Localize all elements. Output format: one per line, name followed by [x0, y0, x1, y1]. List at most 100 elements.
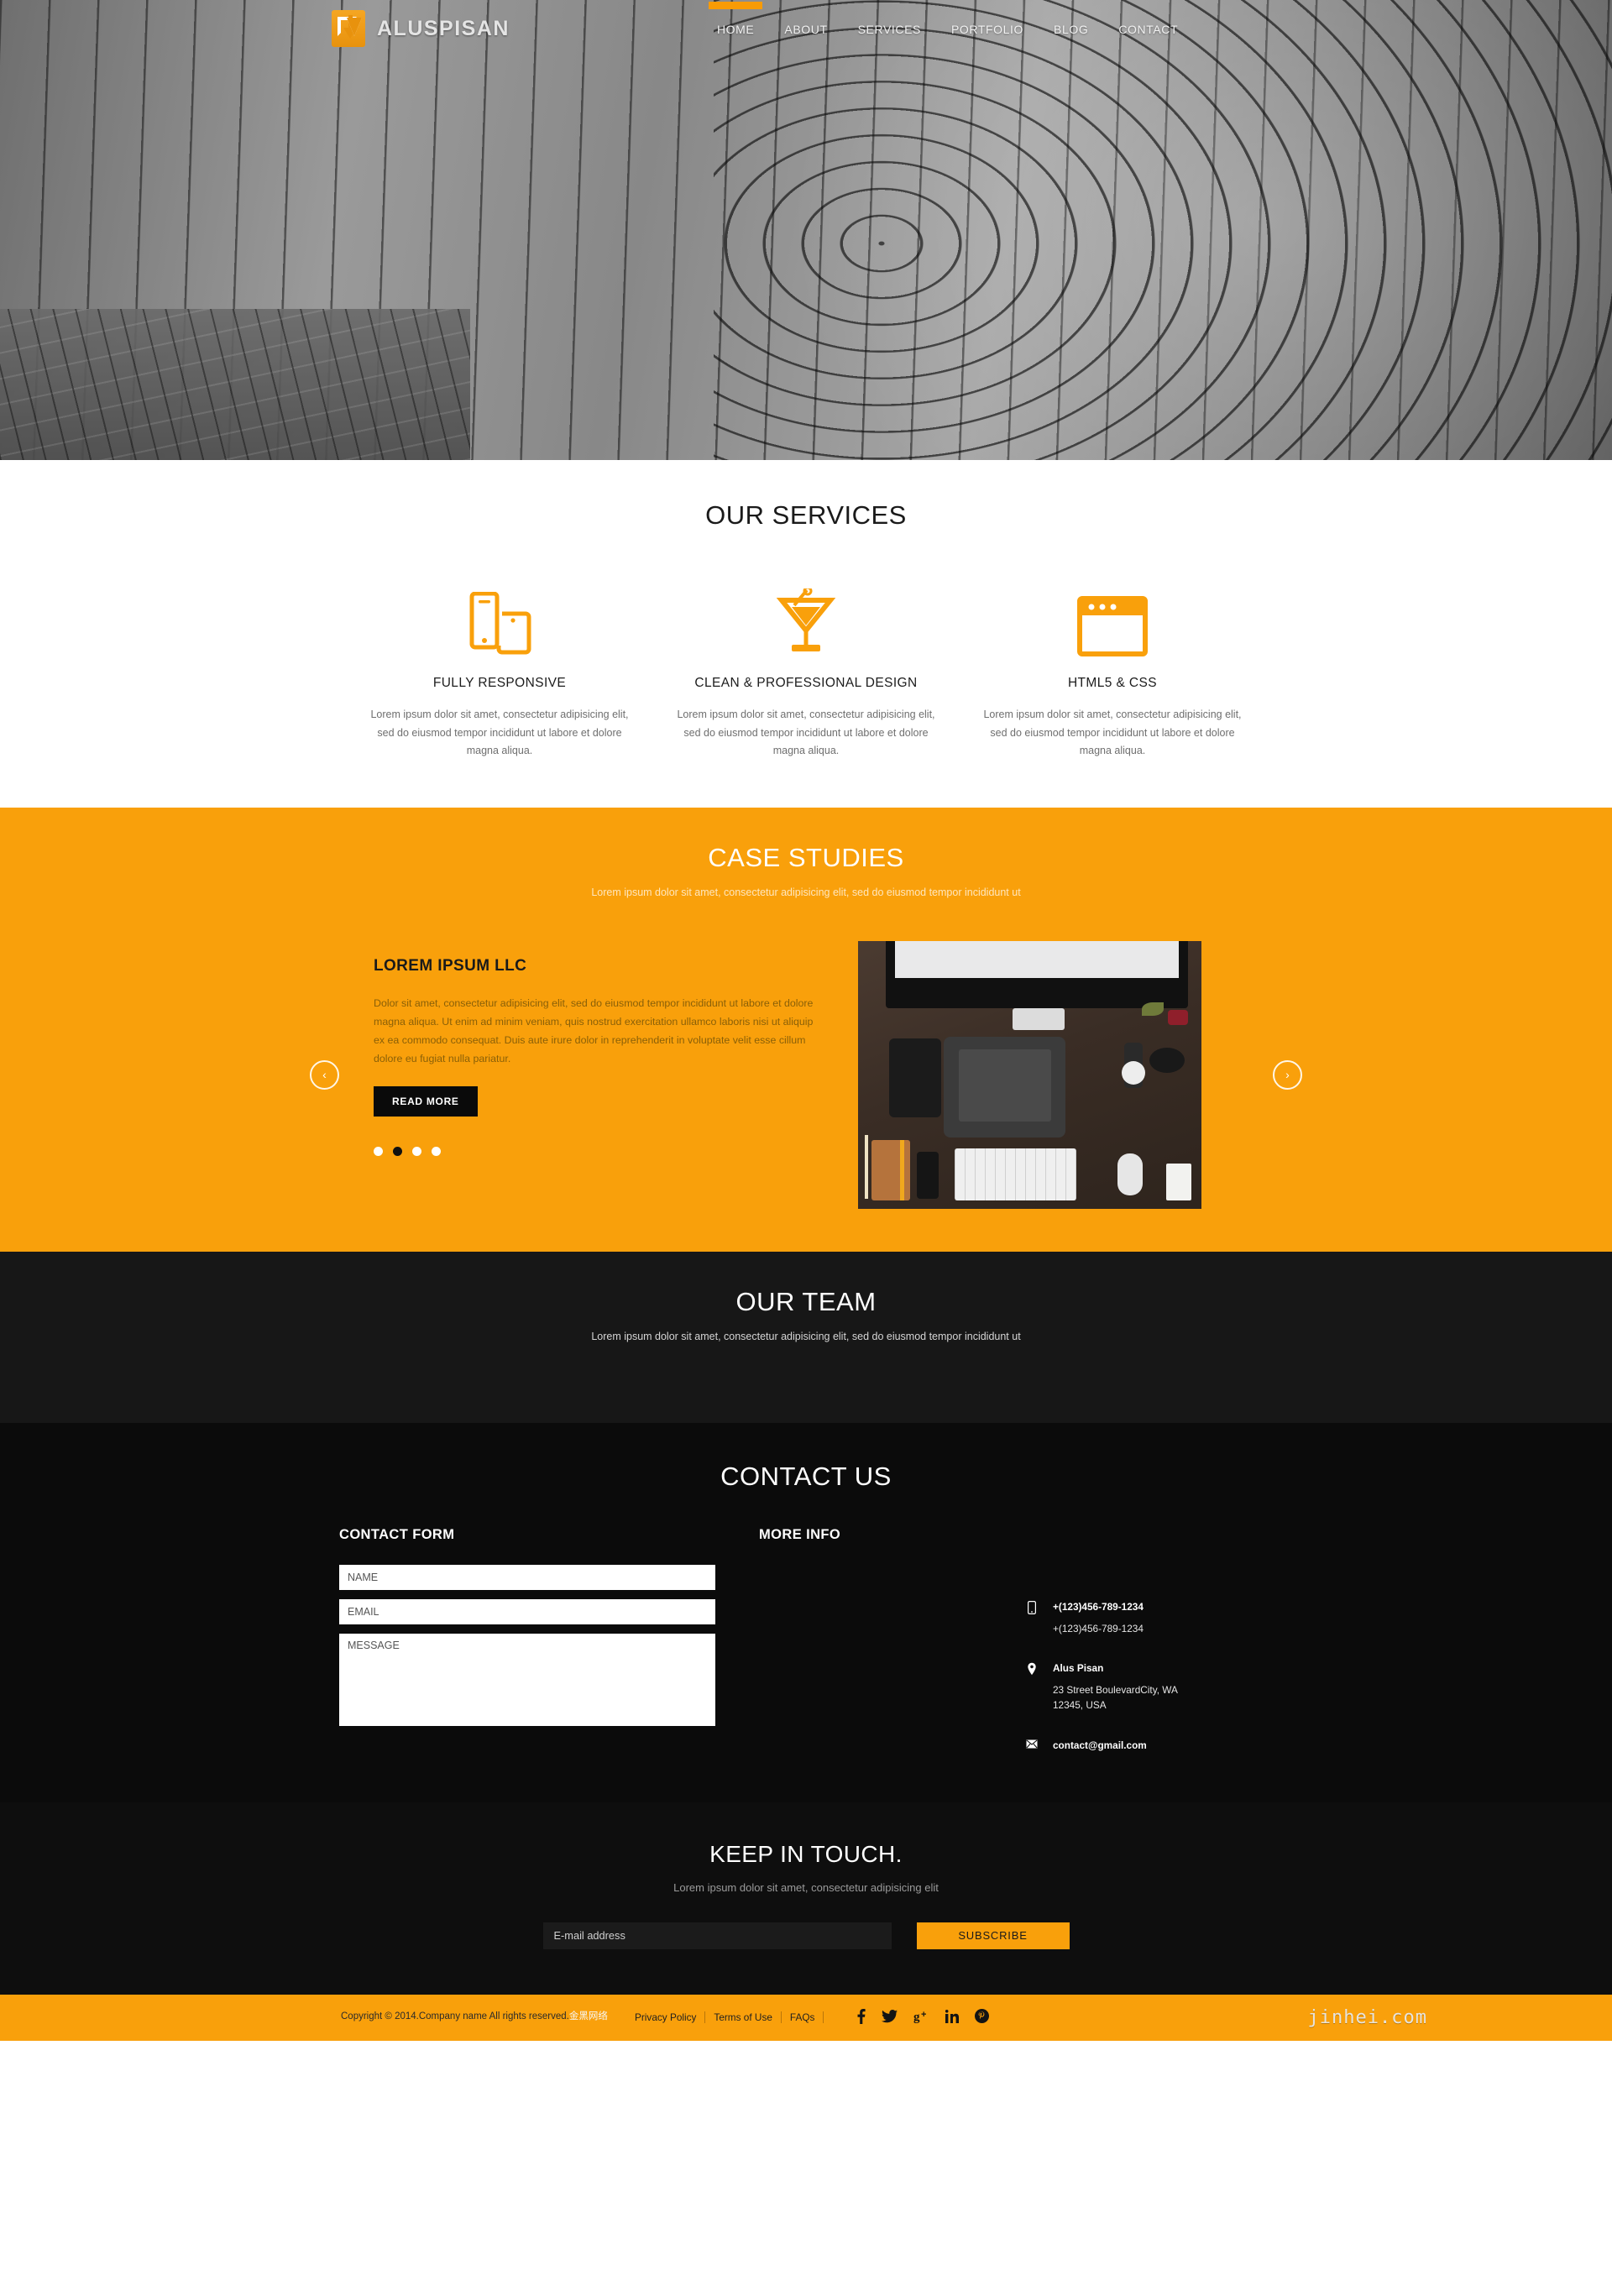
address-line-2: 12345, USA	[1053, 1698, 1107, 1711]
case-studies-subtitle: Lorem ipsum dolor sit amet, consectetur …	[591, 886, 1021, 898]
brand-name: ALUSPISAN	[377, 16, 510, 40]
phone-secondary-row: +(123)456-789-1234	[1026, 1622, 1345, 1637]
browser-window-icon	[975, 578, 1251, 657]
footer-inner: Copyright © 2014.Company name All rights…	[319, 1995, 1426, 2041]
carousel-dots	[374, 1146, 819, 1156]
mobile-phone-icon	[1026, 1600, 1038, 1614]
email-address: contact@gmail.com	[1053, 1739, 1147, 1751]
landing-page: ALUSPISAN HOME ABOUT SERVICES PORTFOLIO …	[0, 0, 1612, 2041]
brand-logo[interactable]: ALUSPISAN	[332, 10, 510, 47]
nav-item-portfolio[interactable]: PORTFOLIO	[936, 2, 1039, 55]
message-textarea[interactable]	[339, 1633, 715, 1726]
case-body: Dolor sit amet, consectetur adipisicing …	[374, 996, 814, 1064]
footer-link-privacy[interactable]: Privacy Policy	[635, 2011, 706, 2023]
services-grid: FULLY RESPONSIVE Lorem ipsum dolor sit a…	[0, 578, 1612, 761]
twitter-icon[interactable]	[882, 2009, 898, 2026]
logo-arrow-icon	[332, 10, 365, 47]
footer-link-terms[interactable]: Terms of Use	[705, 2011, 782, 2023]
newsletter-section: KEEP IN TOUCH. Lorem ipsum dolor sit ame…	[0, 1802, 1612, 1995]
phone-row: +(123)456-789-1234	[1026, 1601, 1345, 1614]
social-links: g +	[856, 2008, 989, 2027]
svg-text:+: +	[921, 2010, 926, 2020]
case-heading: LOREM IPSUM LLC	[374, 956, 527, 975]
team-section: OUR TEAM Lorem ipsum dolor sit amet, con…	[0, 1251, 1612, 1423]
carousel-prev-arrow-icon[interactable]: ‹	[310, 1059, 339, 1090]
name-input[interactable]	[339, 1564, 715, 1590]
facebook-icon[interactable]	[856, 2008, 866, 2027]
location-name: Alus Pisan	[1053, 1662, 1104, 1675]
case-studies-section: CASE STUDIES Lorem ipsum dolor sit amet,…	[0, 807, 1612, 1252]
contact-form-heading: CONTACT FORM	[339, 1526, 455, 1542]
service-copy: Lorem ipsum dolor sit amet, consectetur …	[370, 709, 629, 756]
carousel-dot-active[interactable]	[393, 1146, 402, 1156]
team-title: OUR TEAM	[735, 1286, 877, 1316]
subscribe-button[interactable]: SUBSCRIBE	[916, 1922, 1070, 1949]
newsletter-email-input[interactable]	[542, 1922, 892, 1949]
team-subtitle: Lorem ipsum dolor sit amet, consectetur …	[591, 1330, 1021, 1342]
top-navigation-bar: ALUSPISAN HOME ABOUT SERVICES PORTFOLIO …	[0, 0, 1612, 57]
copyright-suffix: 金黑网络	[568, 2011, 608, 2022]
nav-item-services[interactable]: SERVICES	[843, 2, 936, 55]
carousel-next-arrow-icon[interactable]: ›	[1273, 1059, 1302, 1090]
service-card-design: CLEAN & PROFESSIONAL DESIGN Lorem ipsum …	[653, 578, 960, 761]
hero-section: ALUSPISAN HOME ABOUT SERVICES PORTFOLIO …	[0, 0, 1612, 460]
address-row: 23 Street BoulevardCity, WA 12345, USA	[1026, 1683, 1345, 1713]
nav-item-contact[interactable]: CONTACT	[1103, 2, 1193, 55]
contact-columns: CONTACT FORM MORE INFO +(123)456-789-	[319, 1526, 1293, 1751]
email-input[interactable]	[339, 1598, 715, 1624]
newsletter-form: SUBSCRIBE	[0, 1922, 1612, 1949]
more-info-heading: MORE INFO	[759, 1526, 841, 1542]
contact-details: +(123)456-789-1234 +(123)456-789-1234 Al…	[1026, 1601, 1345, 1759]
googleplus-icon[interactable]: g +	[913, 2010, 929, 2026]
devices-responsive-icon	[362, 578, 638, 657]
services-section: OUR SERVICES FULLY RESPONSIVE Lorem ipsu…	[0, 460, 1612, 808]
services-title: OUR SERVICES	[705, 500, 907, 530]
main-nav: HOME ABOUT SERVICES PORTFOLIO BLOG CONTA…	[702, 2, 1193, 55]
nav-item-home[interactable]: HOME	[702, 2, 769, 55]
service-copy: Lorem ipsum dolor sit amet, consectetur …	[983, 709, 1242, 756]
read-more-button[interactable]: READ MORE	[374, 1085, 478, 1117]
copyright-text: Copyright © 2014.Company name All rights…	[341, 2010, 618, 2025]
copyright-main: Copyright © 2014.Company name All rights…	[341, 2011, 569, 2022]
linkedin-icon[interactable]	[945, 2009, 959, 2026]
contact-section: CONTACT US CONTACT FORM MORE INFO	[0, 1422, 1612, 1802]
email-row: contact@gmail.com	[1026, 1739, 1345, 1751]
cocktail-glass-icon	[668, 578, 945, 657]
case-carousel: ‹ LOREM IPSUM LLC Dolor sit amet, consec…	[310, 938, 1302, 1211]
hero-tunnel-rings	[714, 0, 1612, 460]
contact-title: CONTACT US	[720, 1461, 892, 1491]
case-study-image	[856, 938, 1204, 1211]
service-name: CLEAN & PROFESSIONAL DESIGN	[694, 676, 918, 690]
service-card-responsive: FULLY RESPONSIVE Lorem ipsum dolor sit a…	[347, 578, 653, 761]
location-row: Alus Pisan	[1026, 1662, 1345, 1676]
footer-links: Privacy Policy Terms of Use FAQs	[635, 2011, 824, 2023]
address-line-1: 23 Street BoulevardCity, WA	[1053, 1684, 1178, 1697]
footer: Copyright © 2014.Company name All rights…	[0, 1994, 1612, 2041]
newsletter-subtitle: Lorem ipsum dolor sit amet, consectetur …	[673, 1880, 939, 1894]
case-slide-text: LOREM IPSUM LLC Dolor sit amet, consecte…	[374, 939, 819, 1156]
hero-foreground-structure	[0, 309, 470, 460]
nav-item-blog[interactable]: BLOG	[1039, 2, 1103, 55]
service-name: FULLY RESPONSIVE	[432, 676, 567, 690]
contact-form-fields	[339, 1564, 759, 1726]
carousel-dot[interactable]	[412, 1146, 421, 1156]
svg-text:g: g	[913, 2011, 920, 2023]
carousel-dot[interactable]	[374, 1146, 383, 1156]
case-studies-title: CASE STUDIES	[708, 842, 904, 872]
contact-info-column: MORE INFO +(123)456-789-1234 +(123)456-7…	[759, 1526, 1293, 1751]
phone-primary: +(123)456-789-1234	[1053, 1600, 1144, 1613]
footer-link-faqs[interactable]: FAQs	[782, 2011, 824, 2023]
map-pin-icon	[1026, 1662, 1038, 1676]
envelope-icon	[1026, 1739, 1038, 1751]
service-name: HTML5 & CSS	[1067, 676, 1158, 690]
nav-item-about[interactable]: ABOUT	[769, 2, 842, 55]
site-watermark: jinhei.com	[1307, 2006, 1427, 2028]
carousel-dot[interactable]	[432, 1146, 441, 1156]
pinterest-icon[interactable]	[975, 2009, 989, 2026]
phone-secondary: +(123)456-789-1234	[1053, 1622, 1144, 1634]
service-copy: Lorem ipsum dolor sit amet, consectetur …	[677, 709, 935, 756]
